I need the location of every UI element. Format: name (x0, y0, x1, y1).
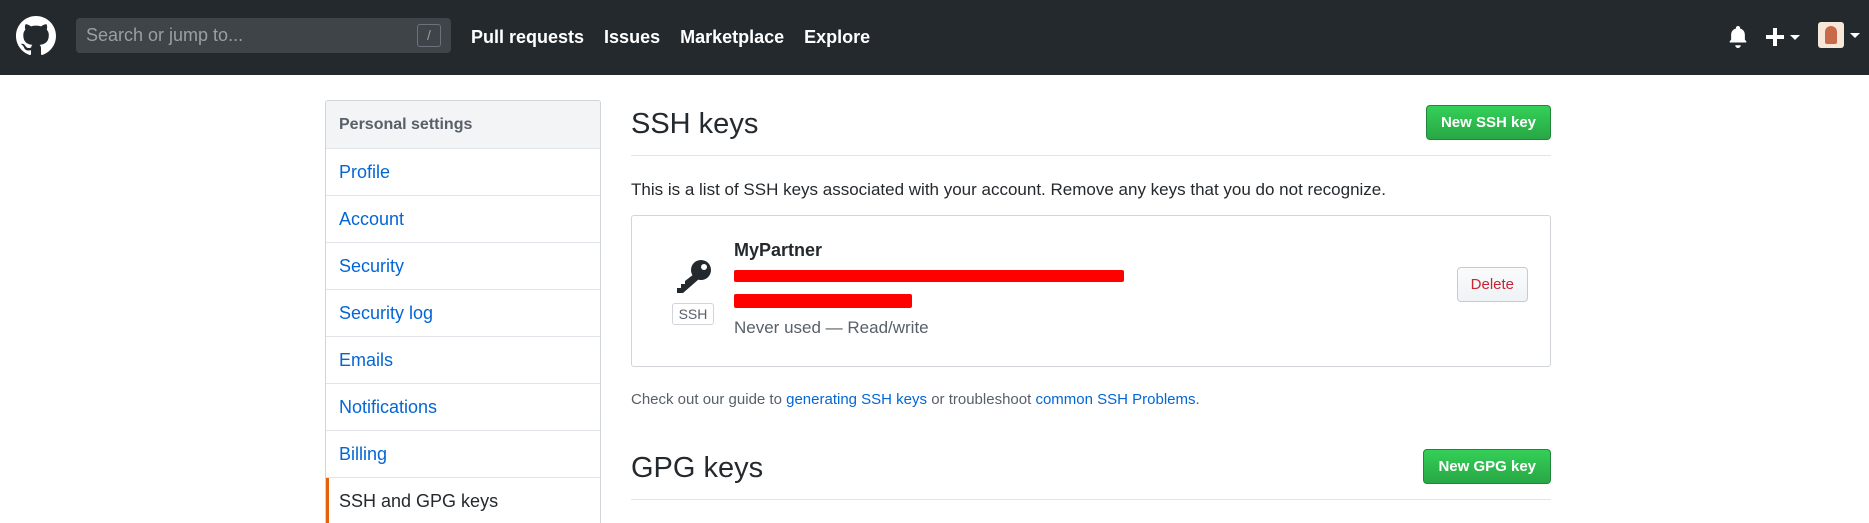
ssh-key-usage: Never used — Read/write (734, 318, 929, 337)
gpg-keys-header: GPG keys New GPG key (631, 444, 1551, 500)
nav-pull-requests[interactable]: Pull requests (471, 27, 584, 48)
sidebar-heading: Personal settings (326, 101, 600, 149)
common-ssh-problems-link[interactable]: common SSH Problems (1035, 391, 1195, 408)
ssh-keys-description: This is a list of SSH keys associated wi… (631, 180, 1386, 199)
chevron-down-icon (1850, 33, 1860, 38)
new-gpg-key-button[interactable]: New GPG key (1423, 449, 1551, 484)
sidebar-item-emails[interactable]: Emails (326, 337, 600, 384)
sidebar-item-account[interactable]: Account (326, 196, 600, 243)
search-placeholder: Search or jump to... (86, 25, 244, 45)
avatar (1818, 22, 1844, 48)
nav-marketplace[interactable]: Marketplace (680, 27, 784, 48)
user-menu[interactable] (1818, 22, 1863, 52)
sidebar-item-billing[interactable]: Billing (326, 431, 600, 478)
settings-sidebar: Personal settings Profile Account Securi… (325, 100, 601, 523)
gpg-keys-title: GPG keys (631, 452, 764, 484)
ssh-keys-header: SSH keys New SSH key (631, 100, 1551, 156)
slash-shortcut-badge: / (417, 24, 441, 47)
plus-icon[interactable] (1764, 24, 1804, 50)
guide-middle: or troubleshoot (927, 391, 1036, 408)
ssh-key-item: SSH MyPartner Never used — Read/write De… (631, 215, 1551, 367)
guide-prefix: Check out our guide to (631, 391, 787, 408)
ssh-key-name: MyPartner (734, 240, 823, 260)
sidebar-item-ssh-gpg-keys[interactable]: SSH and GPG keys (326, 478, 600, 523)
ssh-badge: SSH (672, 303, 714, 325)
github-logo-icon[interactable] (16, 16, 56, 56)
new-ssh-key-button[interactable]: New SSH key (1425, 105, 1551, 140)
generating-ssh-keys-link[interactable]: generating SSH keys (786, 391, 927, 408)
search-input[interactable]: Search or jump to... / (76, 18, 451, 53)
sidebar-item-notifications[interactable]: Notifications (326, 384, 600, 431)
redacted-fingerprint (734, 270, 1124, 282)
sidebar-item-profile[interactable]: Profile (326, 149, 600, 196)
guide-suffix: . (1195, 391, 1200, 408)
nav-explore[interactable]: Explore (804, 27, 870, 48)
nav-issues[interactable]: Issues (604, 27, 660, 48)
sidebar-item-security[interactable]: Security (326, 243, 600, 290)
delete-ssh-key-button[interactable]: Delete (1456, 267, 1528, 302)
chevron-down-icon (1790, 35, 1800, 40)
ssh-keys-title: SSH keys (631, 108, 759, 140)
bell-icon[interactable] (1728, 26, 1748, 48)
main-content: SSH keys New SSH key This is a list of S… (631, 100, 1551, 500)
sidebar-item-security-log[interactable]: Security log (326, 290, 600, 337)
ssh-guide-text: Check out our guide to generating SSH ke… (631, 391, 1551, 408)
key-icon (677, 260, 711, 293)
redacted-added-date (734, 294, 912, 308)
top-header: Search or jump to... / Pull requests Iss… (0, 0, 1869, 75)
top-nav: Pull requests Issues Marketplace Explore (471, 0, 870, 75)
